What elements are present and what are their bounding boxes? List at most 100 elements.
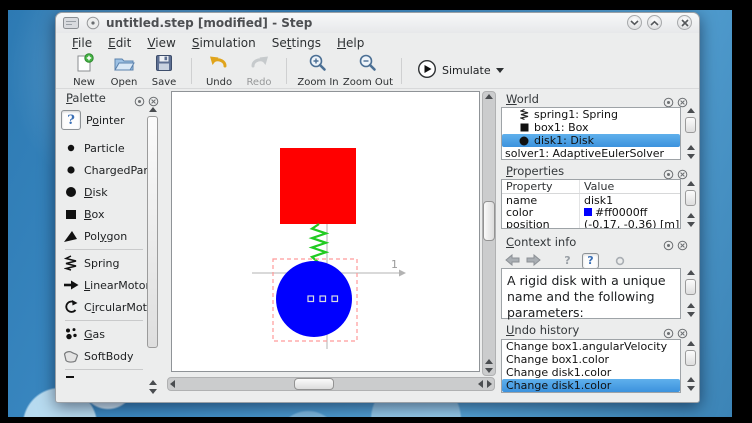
open-button[interactable]: Open (104, 53, 144, 88)
palette-item-linear-motor[interactable]: LinearMotor (61, 274, 147, 296)
context-help-icon[interactable]: ? (559, 253, 576, 269)
world-scrollbar[interactable] (684, 106, 697, 161)
world-item-disk1[interactable]: disk1: Disk (502, 134, 680, 147)
palette-item-polygon[interactable]: Polygon (61, 225, 147, 247)
palette-title: Palette (66, 91, 106, 105)
context-info-scrollbar[interactable] (684, 268, 697, 319)
dock-close-icon[interactable] (677, 236, 688, 255)
scroll-down-icon[interactable] (687, 222, 695, 227)
box1-body[interactable] (280, 148, 356, 224)
scene-horizontal-scrollbar[interactable] (167, 377, 495, 391)
scrollbar-thumb[interactable] (685, 350, 696, 366)
palette-item-disk[interactable]: Disk (61, 181, 147, 203)
menu-file[interactable]: File (64, 34, 100, 52)
world-item-solver1[interactable]: solver1: AdaptiveEulerSolver (502, 147, 680, 160)
property-row-name[interactable]: name disk1 (502, 194, 680, 206)
scroll-up-icon[interactable] (149, 380, 157, 385)
palette-separator (65, 320, 143, 321)
simulate-button[interactable]: Simulate (409, 56, 512, 86)
scroll-up-icon[interactable] (485, 94, 493, 99)
menu-edit[interactable]: Edit (100, 34, 139, 52)
close-button[interactable] (677, 15, 692, 30)
scrollbar-thumb[interactable] (483, 201, 495, 241)
palette-item-charged-particle[interactable]: ChargedParticle (61, 159, 147, 181)
scroll-up-icon[interactable] (149, 107, 157, 112)
scrollbar-thumb[interactable] (685, 279, 696, 295)
menubar: File Edit View Simulation Settings Help (56, 33, 699, 53)
palette-item-partial[interactable] (61, 372, 147, 380)
menu-help[interactable]: Help (329, 34, 372, 52)
save-button[interactable]: Save (144, 53, 184, 88)
scroll-left-icon[interactable] (170, 380, 175, 388)
undo-history-scrollbar[interactable] (684, 339, 697, 393)
dock-float-icon[interactable] (663, 236, 674, 255)
palette-item-circular-motor[interactable]: CircularMotor (61, 296, 147, 318)
scroll-right-icon[interactable] (487, 380, 492, 388)
palette-item-softbody[interactable]: SoftBody (61, 345, 147, 367)
palette-item-gas[interactable]: Gas (61, 323, 147, 345)
scrollbar-thumb[interactable] (685, 117, 696, 133)
undo-history-title: Undo history (506, 323, 579, 337)
scroll-up-icon[interactable] (687, 145, 695, 150)
scene-vertical-scrollbar[interactable] (482, 91, 496, 376)
palette-item-box[interactable]: Box (61, 203, 147, 225)
minimize-button[interactable] (627, 15, 642, 30)
scroll-down-icon[interactable] (687, 154, 695, 159)
undo-item[interactable]: Change box1.color (502, 353, 680, 366)
context-info-text: A rigid disk with a unique name and the … (501, 268, 681, 319)
zoom-in-button[interactable]: Zoom In (294, 53, 342, 88)
spring1-body[interactable] (312, 224, 326, 263)
menu-view[interactable]: View (139, 34, 183, 52)
properties-scrollbar[interactable] (684, 179, 697, 229)
property-row-position[interactable]: position (-0.17, -0.36) [m] (502, 218, 680, 229)
zoom-out-icon (357, 53, 379, 77)
palette-item-spring[interactable]: Spring (61, 252, 147, 274)
scroll-up-icon[interactable] (687, 377, 695, 382)
scrollbar-thumb[interactable] (147, 116, 158, 348)
scroll-up-icon[interactable] (485, 359, 493, 364)
undo-item-selected[interactable]: Change disk1.color (502, 379, 680, 392)
scroll-down-icon[interactable] (149, 389, 157, 394)
scroll-down-icon[interactable] (687, 312, 695, 317)
maximize-button[interactable] (647, 15, 662, 30)
zoom-out-button[interactable]: Zoom Out (342, 53, 394, 88)
softbody-icon (61, 350, 81, 363)
scroll-up-icon[interactable] (687, 181, 695, 186)
undo-history-list: Change box1.angularVelocity Change box1.… (501, 339, 681, 393)
scroll-up-icon[interactable] (687, 341, 695, 346)
redo-icon (248, 53, 270, 77)
color-swatch (584, 208, 592, 216)
scroll-up-icon[interactable] (687, 108, 695, 113)
scroll-up-icon[interactable] (687, 303, 695, 308)
scroll-up-icon[interactable] (687, 213, 695, 218)
context-help-active-icon[interactable]: ? (582, 253, 599, 269)
titlebar[interactable]: untitled.step [modified] - Step (56, 13, 699, 33)
palette-separator (65, 249, 143, 250)
undo-button[interactable]: Undo (199, 53, 239, 88)
undo-item[interactable]: Change disk1.color (502, 366, 680, 379)
properties-table: Property Value name disk1 color #ff0000f… (501, 179, 681, 229)
new-button[interactable]: New (64, 53, 104, 88)
redo-button[interactable]: Redo (239, 53, 279, 88)
property-row-color[interactable]: color #ff0000ff (502, 206, 680, 218)
window-menu-button[interactable] (86, 16, 100, 30)
palette-scrollbar[interactable] (146, 105, 159, 396)
scrollbar-thumb[interactable] (294, 378, 334, 390)
disk-icon (61, 185, 81, 199)
properties-header-row[interactable]: Property Value (502, 180, 680, 194)
undo-item[interactable]: Change box1.angularVelocity (502, 340, 680, 353)
menu-simulation[interactable]: Simulation (184, 34, 264, 52)
scrollbar-thumb[interactable] (685, 190, 696, 206)
world-item-box1[interactable]: box1: Box (502, 121, 680, 134)
scroll-up-icon[interactable] (687, 270, 695, 275)
scroll-down-icon[interactable] (485, 368, 493, 373)
scroll-down-icon[interactable] (687, 386, 695, 391)
menu-settings[interactable]: Settings (264, 34, 329, 52)
chevron-down-icon (496, 68, 504, 73)
palette-item-pointer[interactable]: ? Pointer (61, 107, 147, 133)
scroll-left-icon[interactable] (478, 380, 483, 388)
palette-item-particle[interactable]: Particle (61, 137, 147, 159)
play-icon (417, 59, 437, 83)
scene-canvas[interactable]: 1 (171, 91, 480, 372)
world-item-spring1[interactable]: spring1: Spring (502, 108, 680, 121)
